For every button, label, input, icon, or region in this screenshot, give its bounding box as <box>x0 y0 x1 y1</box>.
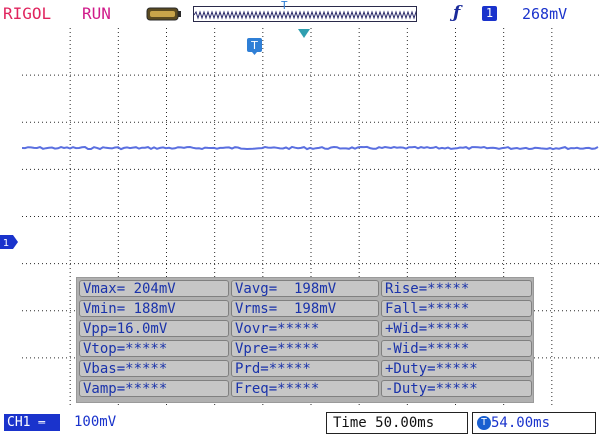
measurement-row: Vpp=16.0mV Vovr=***** +Wid=***** <box>79 320 532 337</box>
trigger-position-icon: T <box>247 38 262 55</box>
measurement-vbase: Vbas=***** <box>79 360 229 377</box>
measurement-panel: Vmax= 204mV Vavg= 198mV Rise=***** Vmin=… <box>76 277 534 403</box>
measurement-row: Vmax= 204mV Vavg= 198mV Rise=***** <box>79 280 532 297</box>
trigger-info <box>440 4 596 24</box>
measurement-pos-width: +Wid=***** <box>381 320 532 337</box>
battery-icon <box>146 7 181 21</box>
trigger-offset[interactable]: T 54.00ms <box>472 412 596 434</box>
measurement-vmax: Vmax= 204mV <box>79 280 229 297</box>
measurement-row: Vtop=***** Vpre=***** -Wid=***** <box>79 340 532 357</box>
measurement-neg-duty: -Duty=***** <box>381 380 532 397</box>
channel-1-label: CH1 <box>7 415 31 430</box>
measurement-rise: Rise=***** <box>381 280 532 297</box>
measurement-freq: Freq=***** <box>231 380 379 397</box>
measurement-fall: Fall=***** <box>381 300 532 317</box>
measurement-vrms: Vrms= 198mV <box>231 300 379 317</box>
measurement-row: Vamp=***** Freq=***** -Duty=***** <box>79 380 532 397</box>
channel-1-scale[interactable]: 100mV <box>74 414 116 430</box>
timeline-waveform <box>194 10 416 20</box>
channel-marker-icon[interactable]: 1 <box>0 235 18 249</box>
trigger-level: 268mV <box>522 5 568 23</box>
timeline-trigger-marker: T <box>281 0 288 12</box>
run-state[interactable]: RUN <box>82 4 111 23</box>
measurement-row: Vbas=***** Prd=***** +Duty=***** <box>79 360 532 377</box>
memory-timeline <box>193 6 417 22</box>
measurement-vpre: Vpre=***** <box>231 340 379 357</box>
svg-text:1: 1 <box>3 238 9 249</box>
measurement-vtop: Vtop=***** <box>79 340 229 357</box>
measurement-vpp: Vpp=16.0mV <box>79 320 229 337</box>
ch1-trace <box>22 145 599 151</box>
measurement-vmin: Vmin= 188mV <box>79 300 229 317</box>
svg-text:T: T <box>250 39 258 52</box>
trigger-offset-icon: T <box>477 416 491 430</box>
measurement-period: Prd=***** <box>231 360 379 377</box>
brand-logo: RIGOL <box>3 4 52 23</box>
trigger-offset-value: 54.00ms <box>491 415 551 431</box>
status-bar: RIGOL RUN T ƒ 1 268mV <box>0 0 600 28</box>
time-base[interactable]: Time 50.00ms <box>326 412 468 434</box>
measurement-row: Vmin= 188mV Vrms= 198mV Fall=***** <box>79 300 532 317</box>
channel-1-badge[interactable]: CH1 ═ <box>4 414 60 431</box>
dc-coupling-icon: ═ <box>38 416 45 429</box>
trigger-point-marker <box>298 29 310 38</box>
measurement-vovr: Vovr=***** <box>231 320 379 337</box>
trigger-edge-icon: ƒ <box>453 3 461 23</box>
measurement-neg-width: -Wid=***** <box>381 340 532 357</box>
measurement-vamp: Vamp=***** <box>79 380 229 397</box>
measurement-pos-duty: +Duty=***** <box>381 360 532 377</box>
measurement-vavg: Vavg= 198mV <box>231 280 379 297</box>
trigger-channel-badge: 1 <box>482 6 497 21</box>
